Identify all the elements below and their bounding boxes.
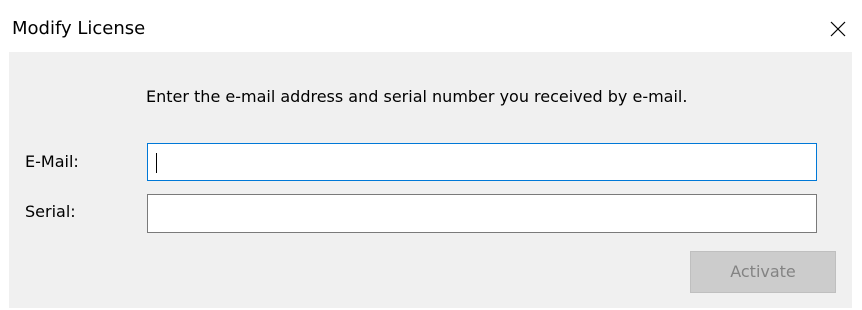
dialog-title: Modify License xyxy=(12,18,146,39)
email-label: E-Mail: xyxy=(25,152,79,171)
text-caret xyxy=(156,153,157,173)
serial-label: Serial: xyxy=(25,202,76,221)
serial-field[interactable] xyxy=(147,194,817,233)
instruction-text: Enter the e-mail address and serial numb… xyxy=(146,87,688,106)
modify-license-dialog: Modify License Enter the e-mail address … xyxy=(0,0,862,310)
activate-button[interactable]: Activate xyxy=(690,251,836,293)
dialog-body: Enter the e-mail address and serial numb… xyxy=(9,52,852,308)
title-bar: Modify License xyxy=(0,0,862,52)
email-field[interactable] xyxy=(147,143,817,181)
close-icon xyxy=(830,21,846,37)
close-button[interactable] xyxy=(814,8,862,48)
